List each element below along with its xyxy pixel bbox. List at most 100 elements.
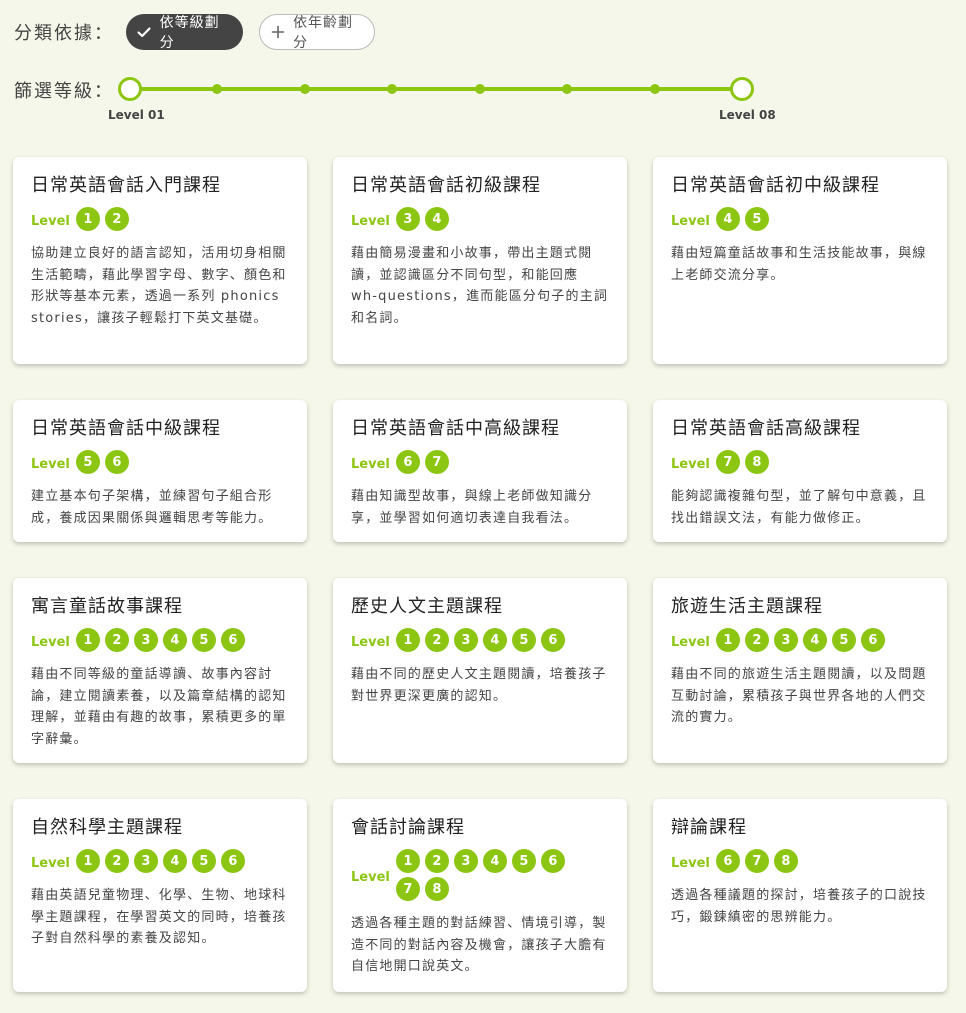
- course-title: 歷史人文主題課程: [351, 596, 503, 617]
- plus-icon: [270, 23, 286, 41]
- level-badge: 7: [715, 450, 740, 474]
- course-title: 辯論課程: [671, 817, 747, 838]
- level-badge: 1: [395, 628, 420, 652]
- slider-step-2: [212, 84, 223, 94]
- course-title: 日常英語會話初級課程: [351, 175, 541, 196]
- level-badge: 5: [191, 849, 216, 873]
- level-word: Level: [351, 456, 390, 472]
- level-badge: 6: [220, 628, 245, 652]
- level-badges: 45: [715, 207, 916, 235]
- level-badge: 3: [453, 849, 478, 873]
- sort-by-age-chip[interactable]: 依年齡劃分: [259, 14, 375, 51]
- course-title: 日常英語會話高級課程: [671, 418, 861, 439]
- level-badge: 4: [482, 628, 507, 652]
- level-row: Level 1 2 3 4 5 6: [31, 849, 289, 877]
- level-word: Level: [31, 213, 70, 229]
- level-badge: 6: [715, 849, 740, 873]
- level-badge: 1: [75, 207, 100, 231]
- level-badge: 3: [773, 628, 798, 652]
- course-description: 藉由不同的旅遊生活主題閱讀，以及問題互動討論，累積孩子與世界各地的人們交流的實力…: [671, 667, 927, 725]
- level-badge: 8: [773, 849, 798, 873]
- sort-by-level-label: 依等級劃分: [159, 15, 220, 51]
- course-description: 藉由不同等級的童話導讀、故事內容討論，建立閱讀素養，以及篇章結構的認知理解，並藉…: [31, 667, 287, 747]
- level-badges: 34: [395, 207, 596, 235]
- level-badge: 4: [802, 628, 827, 652]
- level-badge: 4: [162, 628, 187, 652]
- level-filter-row: 篩選等級：: [14, 78, 114, 102]
- level-badge: 5: [744, 207, 769, 231]
- course-title: 自然科學主題課程: [31, 817, 183, 838]
- course-card[interactable]: 辯論課程 Level 6 7 8 透過各種議題的探討，培養孩子的口說技巧，鍛鍊縝密的思辨能…: [653, 799, 947, 992]
- sort-row: 分類依據： 依等級劃分 依年齡劃分: [14, 14, 375, 51]
- level-word: Level: [671, 213, 710, 229]
- slider-step-7: [649, 84, 660, 94]
- level-badge: 1: [395, 849, 420, 873]
- level-badges: 123456 78: [395, 849, 596, 905]
- level-badges: 78: [715, 450, 916, 478]
- level-word: Level: [351, 869, 390, 885]
- course-card[interactable]: 旅遊生活主題課程 Level 1 2 3 4 5 6 藉由不同的旅遊生活主題閱讀，以及問題互動討…: [653, 578, 947, 763]
- level-badge: 5: [831, 628, 856, 652]
- course-card[interactable]: 日常英語會話高級課程 Level 7 8 能夠認識複雜句型，並了解句中意義，且找出錯誤文…: [653, 400, 947, 542]
- level-row: Level 1 2 3 4 5 6: [351, 628, 609, 656]
- level-word: Level: [31, 456, 70, 472]
- course-card[interactable]: 日常英語會話中高級課程 Level 6 7 藉由知識型故事，與線上老師做知識分享，並學習…: [333, 400, 627, 542]
- course-description: 協助建立良好的語言認知，活用切身相關生活範疇，藉此學習字母、數字、顏色和形狀等基…: [31, 246, 287, 326]
- slider-step-5: [474, 84, 485, 94]
- slider-min-label: Level 01: [108, 108, 165, 122]
- course-card[interactable]: 日常英語會話初級課程 Level 3 4 藉由簡易漫畫和小故事，帶出主題式閱讀，並認識區…: [333, 157, 627, 364]
- level-badge: 7: [395, 877, 420, 901]
- course-card[interactable]: 會話討論課程 Level 1 2 3 4 5 6 7 8 透過各種主題的對話練習、情境引導，製造不同…: [333, 799, 627, 992]
- level-range-slider[interactable]: [118, 77, 754, 101]
- course-title: 日常英語會話初中級課程: [671, 175, 880, 196]
- level-badges: 123456: [715, 628, 916, 656]
- course-card[interactable]: 寓言童話故事課程 Level 1 2 3 4 5 6 藉由不同等級的童話導讀、故事內容討論，建立…: [13, 578, 307, 763]
- course-title: 寓言童話故事課程: [31, 596, 183, 617]
- level-badge: 4: [715, 207, 740, 231]
- course-title: 日常英語會話中高級課程: [351, 418, 560, 439]
- level-word: Level: [31, 855, 70, 871]
- level-badge: 4: [162, 849, 187, 873]
- level-badges: 56: [75, 450, 276, 478]
- slider-handle-min[interactable]: [118, 77, 142, 101]
- slider-handle-max[interactable]: [730, 77, 754, 101]
- course-description: 建立基本句子架構，並練習句子組合形成，養成因果關係與邏輯思考等能力。: [31, 489, 273, 526]
- course-description: 藉由不同的歷史人文主題閱讀，培養孩子對世界更深更廣的認知。: [351, 667, 607, 704]
- level-row: Level 1 2 3 4 5 6: [31, 628, 289, 656]
- course-description: 藉由知識型故事，與線上老師做知識分享，並學習如何適切表達自我看法。: [351, 489, 593, 526]
- level-badge: 5: [511, 849, 536, 873]
- slider-step-3: [299, 84, 310, 94]
- level-badge: 8: [424, 877, 449, 901]
- level-word: Level: [351, 213, 390, 229]
- course-card[interactable]: 日常英語會話中級課程 Level 5 6 建立基本句子架構，並練習句子組合形成，養成因果…: [13, 400, 307, 542]
- course-filter-page: 分類依據： 依等級劃分 依年齡劃分 篩選等級： Level 01 Level 0…: [0, 0, 966, 1013]
- course-card[interactable]: 日常英語會話初中級課程 Level 4 5 藉由短篇童話故事和生活技能故事，與線上老師交…: [653, 157, 947, 364]
- course-card[interactable]: 自然科學主題課程 Level 1 2 3 4 5 6 藉由英語兒童物理、化學、生物、地球科學主題…: [13, 799, 307, 992]
- level-badge: 6: [860, 628, 885, 652]
- level-word: Level: [671, 855, 710, 871]
- course-description: 透過各種主題的對話練習、情境引導，製造不同的對話內容及機會，讓孩子大膽有自信地開…: [351, 916, 607, 974]
- level-badge: 6: [395, 450, 420, 474]
- level-badge: 4: [482, 849, 507, 873]
- level-badge: 1: [75, 849, 100, 873]
- level-word: Level: [351, 634, 390, 650]
- level-row: Level 1 2 3 4 5 6 7 8: [351, 849, 609, 905]
- level-badges: 123456: [75, 849, 276, 877]
- level-badge: 7: [744, 849, 769, 873]
- course-card[interactable]: 日常英語會話入門課程 Level 1 2 協助建立良好的語言認知，活用切身相關生活範疇，…: [13, 157, 307, 364]
- course-description: 透過各種議題的探討，培養孩子的口說技巧，鍛鍊縝密的思辨能力。: [671, 888, 927, 925]
- sort-by-level-chip[interactable]: 依等級劃分: [126, 14, 243, 51]
- level-row: Level 3 4: [351, 207, 609, 235]
- slider-max-label: Level 08: [719, 108, 776, 122]
- level-row: Level 1 2: [31, 207, 289, 235]
- level-row: Level 4 5: [671, 207, 929, 235]
- level-badge: 5: [191, 628, 216, 652]
- level-badge: 8: [744, 450, 769, 474]
- level-word: Level: [31, 634, 70, 650]
- sort-by-age-label: 依年齡劃分: [293, 15, 354, 51]
- level-badge: 6: [540, 628, 565, 652]
- level-badge: 7: [424, 450, 449, 474]
- course-card[interactable]: 歷史人文主題課程 Level 1 2 3 4 5 6 藉由不同的歷史人文主題閱讀，培養孩子對世界…: [333, 578, 627, 763]
- level-badge: 5: [511, 628, 536, 652]
- slider-step-4: [387, 84, 398, 94]
